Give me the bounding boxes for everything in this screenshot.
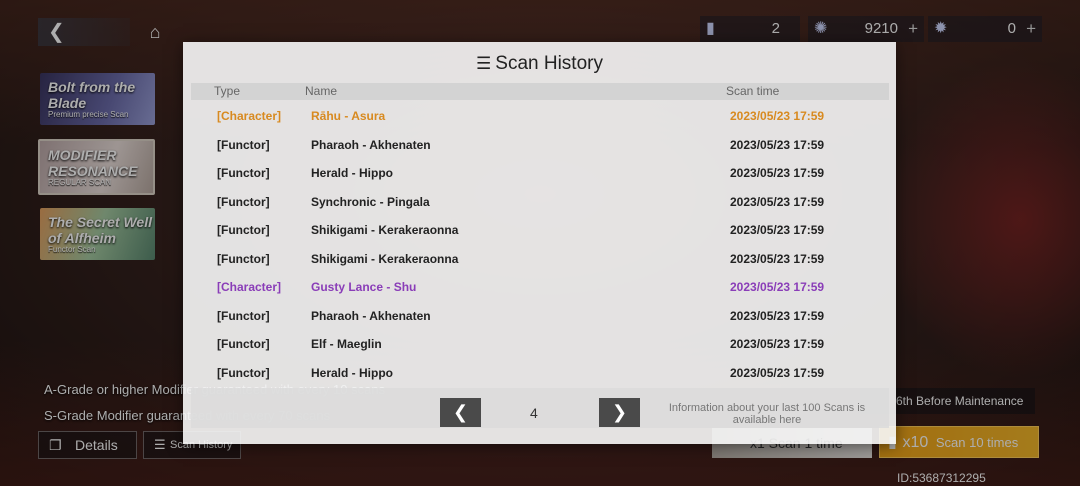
- row-type: [Functor]: [217, 137, 270, 152]
- row-name: Shikigami - Kerakeraonna: [311, 251, 459, 266]
- row-type: [Character]: [217, 280, 282, 294]
- row-type: [Character]: [217, 109, 282, 123]
- table-row: [Character] Gusty Lance - Shu 2023/05/23…: [183, 272, 896, 301]
- row-type: [Functor]: [217, 251, 270, 266]
- header-scan-time: Scan time: [726, 84, 780, 98]
- scan-history-modal: ☰ Scan History Type Name Scan time [Chara…: [183, 42, 896, 444]
- modal-title-text: Scan History: [495, 53, 603, 74]
- row-name: Shikigami - Kerakeraonna: [311, 223, 459, 237]
- row-time: 2023/05/23 17:59: [730, 223, 825, 237]
- table-row: [Functor] Shikigami - Kerakeraonna 2023/…: [183, 215, 896, 244]
- row-name: Herald - Hippo: [311, 365, 394, 380]
- table-row: [Functor] Pharaoh - Akhenaten 2023/05/23…: [183, 130, 896, 159]
- row-type: [Functor]: [217, 308, 270, 323]
- search-list-icon: ☰: [476, 54, 492, 73]
- row-type: [Functor]: [217, 337, 270, 351]
- previous-page-button[interactable]: ❮: [440, 398, 481, 427]
- row-type: [Functor]: [217, 166, 270, 180]
- row-name: Rāhu - Asura: [311, 109, 386, 123]
- modal-title: ☰ Scan History: [183, 52, 896, 76]
- table-row: [Character] Rāhu - Asura 2023/05/23 17:5…: [183, 101, 896, 130]
- table-row: [Functor] Synchronic - Pingala 2023/05/2…: [183, 187, 896, 216]
- row-time: 2023/05/23 17:59: [730, 137, 825, 152]
- row-name: Synchronic - Pingala: [311, 194, 430, 209]
- row-time: 2023/05/23 17:59: [730, 251, 825, 266]
- history-table: [Character] Rāhu - Asura 2023/05/23 17:5…: [183, 101, 896, 386]
- row-time: 2023/05/23 17:59: [730, 109, 825, 123]
- row-name: Gusty Lance - Shu: [311, 280, 417, 294]
- next-page-button[interactable]: ❯: [599, 398, 640, 427]
- page-number: 4: [530, 405, 538, 421]
- pagination-bar: ❮ 4 ❯ Information about your last 100 Sc…: [191, 388, 889, 428]
- row-time: 2023/05/23 17:59: [730, 280, 825, 294]
- table-row: [Functor] Elf - Maeglin 2023/05/23 17:59: [183, 329, 896, 358]
- row-time: 2023/05/23 17:59: [730, 194, 825, 209]
- header-type: Type: [214, 84, 241, 98]
- row-name: Elf - Maeglin: [311, 337, 382, 351]
- row-name: Herald - Hippo: [311, 166, 394, 180]
- row-type: [Functor]: [217, 194, 270, 209]
- header-name: Name: [305, 84, 338, 98]
- row-time: 2023/05/23 17:59: [730, 365, 825, 380]
- history-limit-note: Information about your last 100 Scans is…: [668, 402, 866, 426]
- table-row: [Functor] Herald - Hippo 2023/05/23 17:5…: [183, 158, 896, 187]
- row-time: 2023/05/23 17:59: [730, 166, 825, 180]
- row-time: 2023/05/23 17:59: [730, 337, 825, 351]
- table-row: [Functor] Herald - Hippo 2023/05/23 17:5…: [183, 358, 896, 387]
- row-time: 2023/05/23 17:59: [730, 308, 825, 323]
- table-row: [Functor] Pharaoh - Akhenaten 2023/05/23…: [183, 301, 896, 330]
- row-name: Pharaoh - Akhenaten: [311, 137, 431, 152]
- row-type: [Functor]: [217, 223, 270, 237]
- table-row: [Functor] Shikigami - Kerakeraonna 2023/…: [183, 244, 896, 273]
- row-name: Pharaoh - Akhenaten: [311, 308, 431, 323]
- table-header: Type Name Scan time: [191, 83, 889, 100]
- row-type: [Functor]: [217, 365, 270, 380]
